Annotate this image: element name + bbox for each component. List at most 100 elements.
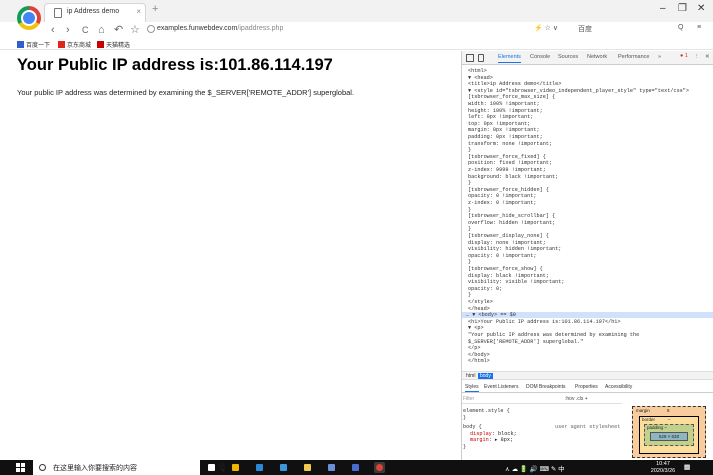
- dom-tree[interactable]: <html> ▼ <head> <title>ip Address demo</t…: [462, 66, 713, 365]
- tab-styles[interactable]: Styles: [465, 384, 479, 392]
- dom-tree-line[interactable]: opacity: 0;: [468, 286, 502, 292]
- dom-tree-line[interactable]: z-index: 0 !important;: [468, 200, 537, 206]
- tab-dom-breakpoints[interactable]: DOM Breakpoints: [526, 384, 565, 390]
- dom-tree-line[interactable]: <h1>Your Public IP address is:101.86.114…: [468, 319, 621, 325]
- bookmark-star-icon[interactable]: ☆: [130, 23, 140, 37]
- dom-tree-line[interactable]: </html>: [468, 358, 490, 364]
- bookmark-baidu[interactable]: 百度一下: [17, 40, 50, 49]
- system-tray-icons[interactable]: ⋏ ☁ 🔋 🔊 ⌨ ✎ 中: [505, 463, 565, 473]
- dom-tree-line[interactable]: background: black !important;: [468, 174, 558, 180]
- body-rule-selector[interactable]: body {: [463, 424, 482, 430]
- taskbar-edge-icon[interactable]: [278, 462, 289, 473]
- tab-event-listeners[interactable]: Event Listeners: [484, 384, 518, 390]
- dom-tree-line[interactable]: position: fixed !important;: [468, 160, 552, 166]
- maximize-button[interactable]: ❐: [678, 3, 687, 14]
- close-window-button[interactable]: ✕: [697, 3, 705, 14]
- devtools-tab-elements[interactable]: Elements: [498, 54, 521, 63]
- devtools-tab-performance[interactable]: Performance: [618, 54, 650, 60]
- box-model-border[interactable]: border – padding – 629 × 630: [639, 416, 699, 454]
- body-prop-margin[interactable]: margin: ▸ 8px;: [470, 437, 513, 443]
- bookmark-tmall[interactable]: 天猫精选: [97, 40, 130, 49]
- dom-tree-line[interactable]: </style>: [468, 299, 493, 305]
- element-style-open[interactable]: element.style {: [463, 408, 510, 414]
- dom-tree-line[interactable]: ▼ <head>: [468, 75, 493, 81]
- dom-tree-line[interactable]: $_SERVER['REMOTE_ADDR'] superglobal.": [468, 339, 583, 345]
- dom-tree-line[interactable]: opacity: 0 !important;: [468, 193, 537, 199]
- search-engine-label[interactable]: 百度: [578, 24, 592, 34]
- filter-input[interactable]: Filter: [463, 396, 474, 402]
- dom-tree-line[interactable]: </head>: [468, 306, 490, 312]
- dom-tree-line[interactable]: </p>: [468, 345, 480, 351]
- devtools-close-icon[interactable]: ✕: [705, 54, 710, 60]
- taskbar-chrome-icon[interactable]: [374, 462, 385, 473]
- dom-tree-line[interactable]: }: [468, 259, 471, 265]
- breadcrumb-html[interactable]: html: [464, 373, 477, 379]
- toolbar-extension-icons[interactable]: ⚡ ☆ ∨: [534, 24, 558, 32]
- dom-tree-line[interactable]: [tsbrowser_force_max_size] {: [468, 94, 555, 100]
- search-icon[interactable]: Q: [678, 24, 683, 31]
- breadcrumb-body[interactable]: body: [478, 373, 493, 379]
- taskbar-photos-icon[interactable]: [326, 462, 337, 473]
- box-model-padding[interactable]: padding – 629 × 630: [644, 424, 694, 446]
- dom-tree-line[interactable]: z-index: 9999 !important;: [468, 167, 546, 173]
- dom-tree-line[interactable]: [tsbrowser_force_fixed] {: [468, 154, 546, 160]
- taskbar-search-box[interactable]: 在这里输入你要搜索的内容 🎙: [33, 460, 227, 475]
- dom-tree-line[interactable]: [tsbrowser_force_show] {: [468, 266, 543, 272]
- styles-filter[interactable]: Filter :hov .cls +: [462, 394, 622, 404]
- dom-tree-line[interactable]: [tsbrowser_hide_scrollbar] {: [468, 213, 555, 219]
- dom-tree-line[interactable]: display: none !important;: [468, 240, 546, 246]
- home-button[interactable]: ⌂: [98, 23, 105, 37]
- new-tab-button[interactable]: +: [152, 3, 158, 15]
- dom-tree-line[interactable]: ▼ <style id="tsbrowser_video_independent…: [468, 88, 689, 94]
- dom-tree-line[interactable]: }: [468, 226, 471, 232]
- dom-node-selected[interactable]: … ▼ <body> == $0: [462, 312, 713, 319]
- taskbar-clock[interactable]: 10:47 2020/3/26: [648, 461, 678, 474]
- back-button[interactable]: ‹: [51, 23, 55, 37]
- menu-icon[interactable]: ≡: [697, 24, 701, 31]
- undo-button[interactable]: ↶: [114, 23, 123, 37]
- taskbar-app-icon[interactable]: [350, 462, 361, 473]
- dom-tree-line[interactable]: "Your public IP address was determined b…: [468, 332, 639, 338]
- dom-tree-line[interactable]: overflow: hidden !important;: [468, 220, 555, 226]
- device-toolbar-icon[interactable]: [478, 54, 484, 62]
- dom-tree-line[interactable]: }: [468, 147, 471, 153]
- taskbar-task-view-icon[interactable]: [206, 462, 217, 473]
- tab-properties[interactable]: Properties: [575, 384, 598, 390]
- dom-tree-line[interactable]: width: 100% !important;: [468, 101, 540, 107]
- devtools-menu-icon[interactable]: ⋮: [694, 54, 700, 60]
- devtools-tab-network[interactable]: Network: [587, 54, 607, 60]
- dom-tree-line[interactable]: transform: none !important;: [468, 141, 552, 147]
- devtools-tab-sources[interactable]: Sources: [558, 54, 578, 60]
- taskbar-store-icon[interactable]: [230, 462, 241, 473]
- dom-tree-line[interactable]: left: 0px !important;: [468, 114, 533, 120]
- dom-tree-line[interactable]: }: [468, 207, 471, 213]
- microphone-icon[interactable]: 🎙: [217, 463, 227, 472]
- bookmark-jd[interactable]: 京东商城: [58, 40, 91, 49]
- taskbar-mail-icon[interactable]: [254, 462, 265, 473]
- filter-options[interactable]: :hov .cls +: [565, 396, 588, 402]
- devtools-more-tabs[interactable]: »: [658, 54, 661, 60]
- box-model-content[interactable]: 629 × 630: [650, 432, 688, 441]
- browser-tab[interactable]: ip Address demo ×: [44, 3, 146, 22]
- tab-close-icon[interactable]: ×: [136, 7, 141, 16]
- taskbar-explorer-icon[interactable]: [302, 462, 313, 473]
- dom-tree-line[interactable]: </body>: [468, 352, 490, 358]
- error-count-badge[interactable]: ● 1: [680, 53, 688, 59]
- windows-start-icon[interactable]: [16, 463, 25, 472]
- dom-tree-line[interactable]: }: [468, 292, 471, 298]
- dom-tree-line[interactable]: visibility: hidden !important;: [468, 246, 561, 252]
- tab-accessibility[interactable]: Accessibility: [605, 384, 632, 390]
- notification-center-icon[interactable]: ▤: [684, 463, 690, 471]
- dom-tree-line[interactable]: display: black !important;: [468, 273, 549, 279]
- reload-button[interactable]: C: [82, 23, 89, 37]
- dom-tree-line[interactable]: padding: 0px !important;: [468, 134, 543, 140]
- site-info-icon[interactable]: [147, 25, 155, 33]
- dom-tree-line[interactable]: opacity: 0 !important;: [468, 253, 537, 259]
- forward-button[interactable]: ›: [66, 23, 70, 37]
- address-bar[interactable]: examples.funwebdev.com/ipaddress.php: [157, 25, 283, 32]
- dom-tree-line[interactable]: top: 0px !important;: [468, 121, 530, 127]
- dom-tree-line[interactable]: ▼ <p>: [468, 325, 484, 331]
- devtools-tab-console[interactable]: Console: [530, 54, 550, 60]
- dom-tree-line[interactable]: <title>ip Address demo</title>: [468, 81, 561, 87]
- box-model-margin[interactable]: margin 8 border – padding – 629 × 630: [632, 406, 706, 458]
